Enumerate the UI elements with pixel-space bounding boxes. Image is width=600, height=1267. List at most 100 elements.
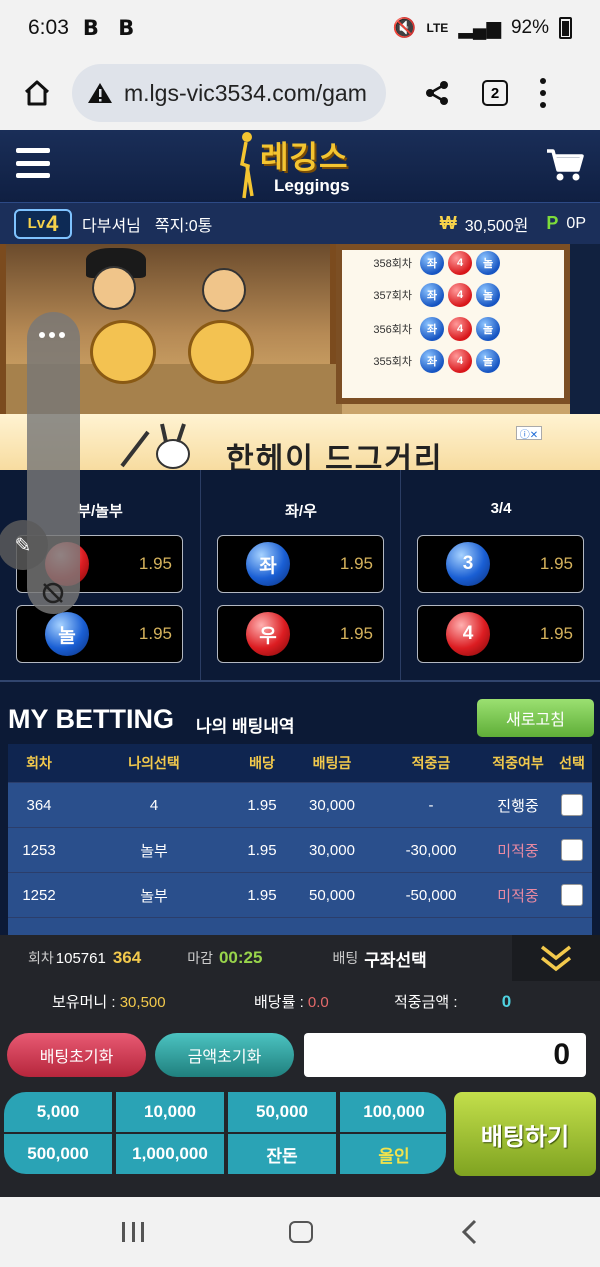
back-icon[interactable] [458, 1219, 482, 1245]
reset-amount-button[interactable]: 금액초기화 [155, 1033, 294, 1077]
url-bar[interactable]: m.lgs-vic3534.com/gam [72, 64, 386, 122]
floating-edge-panel[interactable] [27, 312, 80, 614]
row-checkbox[interactable] [561, 794, 583, 816]
result-round: 356회차 [373, 324, 412, 336]
site-header: 레깅스 Leggings [0, 130, 600, 202]
bet-amount-input[interactable]: 0 [304, 1033, 586, 1077]
result-type: 놀 [476, 317, 500, 341]
odd-value: 1.95 [339, 624, 373, 643]
odd-value: 1.95 [339, 554, 373, 573]
col-header: 배팅금 [312, 755, 352, 771]
chip-10000[interactable]: 10,000 [116, 1092, 224, 1132]
odds-panel: 부/놀부 1.95 놀 1.95 좌/우 좌 1.95 우 1.95 3/4 3… [0, 470, 600, 680]
chip-500000[interactable]: 500,000 [4, 1134, 112, 1174]
notification-icons: B B [82, 16, 141, 40]
table-row: 1253 놀부 1.95 30,000 -30,000 미적중 [8, 827, 592, 872]
chip-5000[interactable]: 5,000 [4, 1092, 112, 1132]
odds-header: 좌/우 [285, 503, 317, 520]
battery-percent: 92% [510, 17, 549, 38]
odd-value: 1.95 [539, 624, 573, 643]
odd-option-button[interactable]: 3 1.95 [417, 535, 584, 593]
character-left [92, 266, 136, 310]
messages-link[interactable]: 쪽지:0통 [155, 212, 213, 236]
odds-column-3-4: 3/4 3 1.95 4 1.95 [400, 470, 600, 680]
won-icon: ₩ [439, 213, 457, 233]
site-logo[interactable]: 레깅스 Leggings [230, 130, 380, 202]
cell-odd: 1.95 [247, 841, 277, 859]
signal-icon: ▂▄▆ [458, 17, 501, 39]
ad-close-icon[interactable]: ⓘ✕ [516, 426, 542, 441]
mute-icon: 🔇 [392, 18, 417, 39]
chip-change[interactable]: 잔돈 [228, 1134, 336, 1174]
more-menu-icon[interactable] [538, 78, 548, 108]
result-side: 좌 [420, 349, 444, 373]
odd-option-button[interactable]: 우 1.95 [217, 605, 384, 663]
result-row: 357회차 좌 4 놀 [342, 280, 564, 310]
odd-option-button[interactable]: 놀 1.95 [16, 605, 183, 663]
result-row: 355회차 좌 4 놀 [342, 346, 564, 376]
battery-icon [559, 17, 572, 39]
browser-toolbar: m.lgs-vic3534.com/gam 2 [0, 56, 600, 130]
result-row: 358회차 좌 4 놀 [342, 248, 564, 278]
cell-status: 미적중 [497, 887, 539, 905]
my-betting-section: MY BETTING 나의 배팅내역 새로고침 회차 나의선택 배당 배팅금 적… [0, 680, 600, 937]
more-dots-icon[interactable] [39, 332, 65, 338]
odd-option-button[interactable]: 좌 1.95 [217, 535, 384, 593]
bet-choice: 구좌선택 [364, 950, 427, 970]
chip-100000[interactable]: 100,000 [340, 1092, 446, 1132]
system-nav-bar [0, 1197, 600, 1267]
user-points: 0P [566, 214, 586, 232]
status-bar: 6:03 B B 🔇 LTE ▂▄▆ 92% [0, 0, 600, 56]
option-ball: 4 [446, 612, 490, 656]
odd-value: 1.95 [138, 554, 172, 573]
odd-option-button[interactable]: 4 1.95 [417, 605, 584, 663]
cell-amount: 50,000 [309, 886, 355, 904]
refresh-button[interactable]: 새로고침 [477, 699, 594, 737]
cell-select [552, 839, 592, 861]
logo-figure-icon [240, 132, 254, 199]
home-nav-icon[interactable] [289, 1221, 313, 1243]
table-row: 1252 놀부 1.95 50,000 -50,000 미적중 [8, 872, 592, 917]
row-checkbox[interactable] [561, 884, 583, 906]
url-text[interactable]: m.lgs-vic3534.com/gam [124, 80, 367, 107]
chip-1000000[interactable]: 1,000,000 [116, 1134, 224, 1174]
cell-pick: 4 [149, 796, 159, 814]
result-side: 좌 [420, 317, 444, 341]
level-badge: Lv 4 [14, 208, 72, 239]
cart-icon[interactable] [546, 148, 584, 182]
cell-odd: 1.95 [247, 796, 277, 814]
result-row: 356회차 좌 4 놀 [342, 314, 564, 344]
odds-column-left-right: 좌/우 좌 1.95 우 1.95 [200, 470, 400, 680]
place-bet-button[interactable]: 배팅하기 [454, 1092, 596, 1176]
reset-bet-button[interactable]: 배팅초기화 [7, 1033, 146, 1077]
tab-switcher-button[interactable]: 2 [482, 80, 508, 106]
cell-amount: 30,000 [309, 841, 355, 859]
chip-all-in[interactable]: 올인 [340, 1134, 446, 1174]
result-side: 좌 [420, 251, 444, 275]
result-type: 놀 [476, 251, 500, 275]
cell-pick: 놀부 [140, 842, 168, 860]
rate-value: 0.0 [307, 994, 329, 1011]
table-row: 364 4 1.95 30,000 - 진행중 [8, 782, 592, 827]
chip-50000[interactable]: 50,000 [228, 1092, 336, 1132]
col-header: 적중금 [411, 755, 451, 771]
warning-icon[interactable] [86, 80, 114, 106]
home-icon[interactable] [16, 72, 58, 114]
col-header: 배당 [249, 755, 275, 771]
pen-icon[interactable]: ✎ [0, 520, 48, 570]
hamburger-menu-icon[interactable] [16, 148, 50, 178]
ad-title[interactable]: 한헤이 드그거리 [226, 434, 444, 470]
balance: 보유머니 : 30,500 [52, 991, 166, 1012]
result-round: 355회차 [373, 356, 412, 368]
row-checkbox[interactable] [561, 839, 583, 861]
level-number: 4 [46, 210, 59, 236]
share-icon[interactable] [420, 76, 454, 110]
game-screen: 358회차 좌 4 놀 357회차 좌 4 놀 356회차 좌 4 놀 355회… [0, 244, 600, 470]
mute-slash-icon[interactable] [40, 580, 68, 608]
status-right: 🔇 LTE ▂▄▆ 92% [393, 16, 572, 40]
collapse-chevron-icon[interactable] [512, 935, 600, 981]
table-row-partial [8, 917, 592, 937]
page: 6:03 B B 🔇 LTE ▂▄▆ 92% m.lgs-vic3534.com… [0, 0, 600, 1267]
round-label: 회차 [28, 950, 54, 966]
recents-icon[interactable] [122, 1222, 144, 1242]
